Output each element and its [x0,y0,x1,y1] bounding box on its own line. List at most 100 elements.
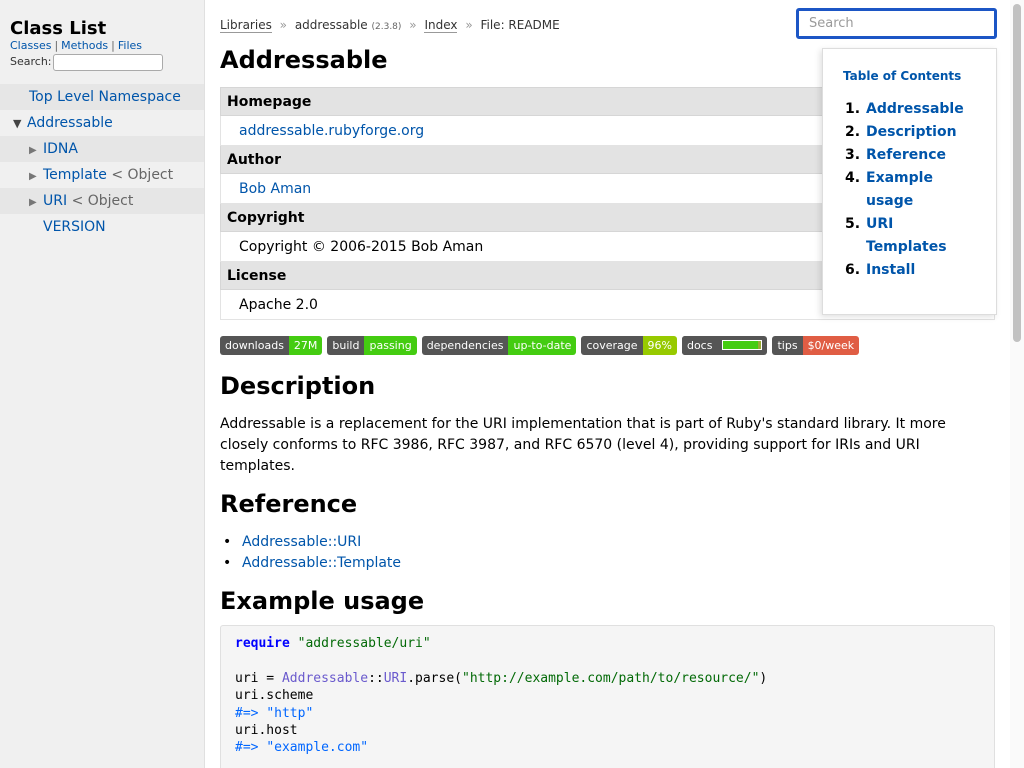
toc-item: 1. Addressable [845,98,971,121]
sidebar-item-label[interactable]: VERSION [43,219,106,235]
nav-separator: | [111,39,115,52]
code-comment: "example.com" [266,740,369,756]
coverage-badge[interactable]: coverage 96% [581,336,677,355]
superclass-label: < Object [111,167,174,183]
docs-badge[interactable]: docs [681,336,768,355]
breadcrumb-separator: » [409,18,417,32]
breadcrumb-file: File: README [480,18,560,32]
code-text: .parse( [407,670,462,686]
expand-triangle-icon[interactable]: ▶ [29,190,43,216]
build-badge[interactable]: build passing [327,336,417,355]
badge-row: downloads 27M build passing dependencies… [220,336,860,355]
code-text: uri.scheme [235,688,314,704]
files-link[interactable]: Files [118,39,142,52]
sidebar-item-label[interactable]: Addressable [27,115,113,131]
toc-list: 1. Addressable 2. Description 3. Reference … [845,98,971,282]
class-tree: Top Level Namespace ▼ Addressable ▶ IDNA ▶… [0,84,204,240]
sidebar-item-idna[interactable]: ▶ IDNA [0,136,204,162]
breadcrumb-libraries-link[interactable]: Libraries [220,18,272,33]
sidebar-search-label: Search: [10,55,52,68]
badge-value: 96% [642,336,677,355]
toc-title[interactable]: Table of Contents [843,69,961,83]
author-link[interactable]: Bob Aman [239,181,311,197]
toc-link-addressable[interactable]: Addressable [866,98,971,121]
badge-value: passing [364,336,417,355]
toc-item: 3. Reference [845,144,971,167]
methods-link[interactable]: Methods [61,39,108,52]
toc-number: 5. [845,216,861,232]
toc-number: 2. [845,124,861,140]
toc-number: 3. [845,147,861,163]
dependencies-badge[interactable]: dependencies up-to-date [421,336,577,355]
list-item: Addressable::Template [220,553,401,574]
sidebar-item-addressable[interactable]: ▼ Addressable [0,110,204,136]
description-heading: Description [220,372,376,400]
code-constant: URI [383,670,408,686]
description-text: Addressable is a replacement for the URI… [220,416,946,474]
downloads-badge[interactable]: downloads 27M [220,336,323,355]
breadcrumb-index-link[interactable]: Index [424,18,458,33]
superclass-label: < Object [71,193,134,209]
code-comment: #=> [235,705,259,721]
docs-progress-bar [722,340,763,350]
toc-item: 6. Install [845,259,971,282]
code-string: "addressable/uri" [297,636,431,651]
scrollbar-thumb[interactable] [1013,4,1021,342]
sidebar-item-template[interactable]: ▶ Template < Object [0,162,204,188]
breadcrumb: Libraries » addressable (2.3.8) » Index … [220,18,560,33]
badge-label: tips [772,336,803,355]
tips-badge[interactable]: tips $0/week [772,336,860,355]
sidebar-item-version[interactable]: VERSION [0,214,204,240]
badge-label: dependencies [421,336,509,355]
class-list-title: Class List [10,18,107,39]
toc-link-uri-templates[interactable]: URI Templates [866,213,947,259]
sidebar-item-top-level-namespace[interactable]: Top Level Namespace [0,84,204,110]
classes-link[interactable]: Classes [10,39,51,52]
toc-number: 4. [845,170,861,186]
sidebar-item-label[interactable]: Top Level Namespace [29,89,181,105]
sidebar-item-label[interactable]: Template [43,167,107,183]
sidebar-item-label[interactable]: IDNA [43,141,78,157]
toc-item: 5. URI Templates [845,213,971,259]
toc-number: 6. [845,262,861,278]
code-comment: #=> [235,740,259,756]
reference-heading: Reference [220,490,358,518]
class-list-sidebar: Class List Classes | Methods | Files Search:… [0,0,205,768]
code-string: "http://example.com/path/to/resource/" [462,670,760,686]
badge-label: downloads [220,336,289,355]
sidebar-item-uri[interactable]: ▶ URI < Object [0,188,204,214]
expand-triangle-icon[interactable]: ▶ [29,138,43,164]
code-text: uri.host [235,723,298,739]
toc-link-install[interactable]: Install [866,259,971,282]
code-text: uri = [235,670,282,686]
sidebar-search-input[interactable] [53,54,163,71]
toc-item: 4. Example usage [845,167,971,213]
badge-label: build [327,336,365,355]
breadcrumb-version: (2.3.8) [371,22,402,32]
breadcrumb-separator: » [465,18,473,32]
breadcrumb-separator: » [279,18,287,32]
reference-list: Addressable::URI Addressable::Template [220,532,401,574]
page-title: Addressable [220,46,388,74]
reference-link-uri[interactable]: Addressable::URI [242,534,361,550]
homepage-link[interactable]: addressable.rubyforge.org [239,123,424,139]
list-item: Addressable::URI [220,532,401,553]
collapse-triangle-icon[interactable]: ▼ [13,111,27,137]
breadcrumb-library: addressable [294,18,368,32]
badge-value: $0/week [802,336,860,355]
sidebar-item-label[interactable]: URI [43,193,67,209]
toc-number: 1. [845,101,861,117]
search-input[interactable]: Search [796,8,997,39]
page-scrollbar[interactable] [1010,0,1024,768]
code-text: ) [759,670,768,686]
badge-label: docs [681,336,718,355]
badge-label: coverage [581,336,643,355]
example-usage-heading: Example usage [220,587,425,615]
expand-triangle-icon[interactable]: ▶ [29,164,43,190]
code-constant: Addressable [281,670,369,686]
reference-link-template[interactable]: Addressable::Template [242,555,401,571]
code-comment: "http" [266,705,314,721]
toc-link-description[interactable]: Description [866,121,971,144]
toc-link-reference[interactable]: Reference [866,144,971,167]
toc-link-example-usage[interactable]: Example usage [866,167,936,213]
